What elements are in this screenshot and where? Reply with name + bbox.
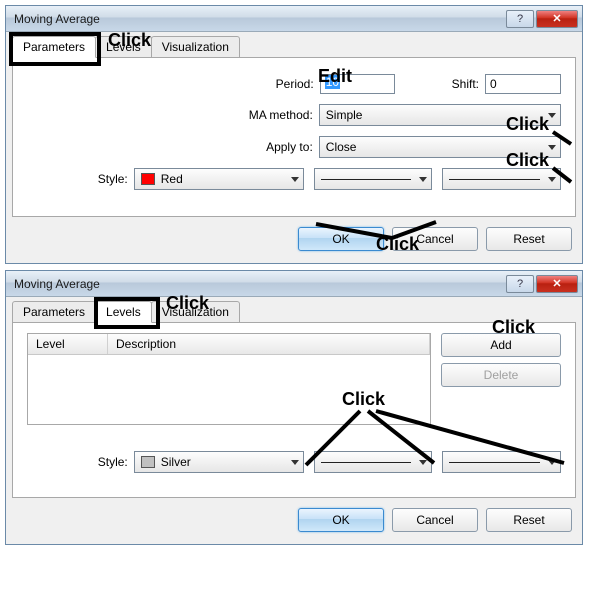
apply-to-value: Close — [326, 140, 357, 154]
line-pattern-preview — [321, 462, 412, 463]
apply-to-dropdown[interactable]: Close — [319, 136, 561, 158]
help-button[interactable]: ? — [506, 275, 534, 293]
tab-row: Parameters Levels Visualization — [6, 297, 582, 322]
ok-button[interactable]: OK — [298, 508, 384, 532]
ok-button[interactable]: OK — [298, 227, 384, 251]
delete-button: Delete — [441, 363, 561, 387]
ma-method-label: MA method: — [27, 108, 319, 122]
cancel-button[interactable]: Cancel — [392, 508, 478, 532]
style-color-name: Red — [161, 172, 183, 186]
chevron-down-icon — [548, 177, 556, 182]
cancel-button[interactable]: Cancel — [392, 227, 478, 251]
shift-label: Shift: — [395, 77, 485, 91]
tab-levels[interactable]: Levels — [95, 301, 152, 323]
chevron-down-icon — [291, 177, 299, 182]
apply-to-label: Apply to: — [27, 140, 319, 154]
ma-method-dropdown[interactable]: Simple — [319, 104, 561, 126]
style-line-pattern-dropdown[interactable] — [314, 168, 433, 190]
style-color-name: Silver — [161, 455, 191, 469]
style-line-width-dropdown[interactable] — [442, 451, 561, 473]
add-button[interactable]: Add — [441, 333, 561, 357]
style-line-pattern-dropdown[interactable] — [314, 451, 433, 473]
line-width-preview — [449, 462, 540, 463]
dialog-button-row: OK Cancel Reset — [6, 217, 582, 263]
close-icon: ✕ — [552, 277, 561, 290]
ma-method-value: Simple — [326, 108, 363, 122]
tab-visualization[interactable]: Visualization — [151, 301, 240, 322]
chevron-down-icon — [548, 113, 556, 118]
chevron-down-icon — [548, 460, 556, 465]
titlebar[interactable]: Moving Average ? ✕ — [6, 271, 582, 297]
tab-content: Level Description Add Delete Style: Silv… — [12, 322, 576, 498]
moving-average-dialog-parameters: Moving Average ? ✕ Parameters Levels Vis… — [5, 5, 583, 264]
chevron-down-icon — [291, 460, 299, 465]
style-color-dropdown[interactable]: Red — [134, 168, 304, 190]
close-button[interactable]: ✕ — [536, 10, 578, 28]
close-icon: ✕ — [552, 12, 561, 25]
chevron-down-icon — [419, 460, 427, 465]
col-level[interactable]: Level — [28, 334, 108, 354]
style-label: Style: — [27, 172, 134, 186]
tab-visualization[interactable]: Visualization — [151, 36, 240, 57]
side-buttons: Add Delete — [441, 333, 561, 437]
reset-button[interactable]: Reset — [486, 508, 572, 532]
col-description[interactable]: Description — [108, 334, 430, 354]
chevron-down-icon — [548, 145, 556, 150]
dialog-button-row: OK Cancel Reset — [6, 498, 582, 544]
tab-levels[interactable]: Levels — [95, 36, 152, 57]
tab-parameters[interactable]: Parameters — [12, 36, 96, 58]
color-swatch — [141, 173, 155, 185]
style-label: Style: — [27, 455, 134, 469]
tab-parameters[interactable]: Parameters — [12, 301, 96, 322]
period-label: Period: — [27, 77, 320, 91]
close-button[interactable]: ✕ — [536, 275, 578, 293]
style-line-width-dropdown[interactable] — [442, 168, 561, 190]
list-header: Level Description — [28, 334, 430, 355]
window-title: Moving Average — [14, 277, 504, 291]
tab-content: Period: 10 Shift: MA method: Simple Appl… — [12, 57, 576, 217]
reset-button[interactable]: Reset — [486, 227, 572, 251]
levels-list[interactable]: Level Description — [27, 333, 431, 425]
chevron-down-icon — [419, 177, 427, 182]
period-input[interactable]: 10 — [320, 74, 396, 94]
line-width-preview — [449, 179, 540, 180]
moving-average-dialog-levels: Moving Average ? ✕ Parameters Levels Vis… — [5, 270, 583, 545]
titlebar[interactable]: Moving Average ? ✕ — [6, 6, 582, 32]
style-color-dropdown[interactable]: Silver — [134, 451, 304, 473]
tab-row: Parameters Levels Visualization — [6, 32, 582, 57]
help-button[interactable]: ? — [506, 10, 534, 28]
line-pattern-preview — [321, 179, 412, 180]
window-title: Moving Average — [14, 12, 504, 26]
shift-input[interactable] — [485, 74, 561, 94]
color-swatch — [141, 456, 155, 468]
